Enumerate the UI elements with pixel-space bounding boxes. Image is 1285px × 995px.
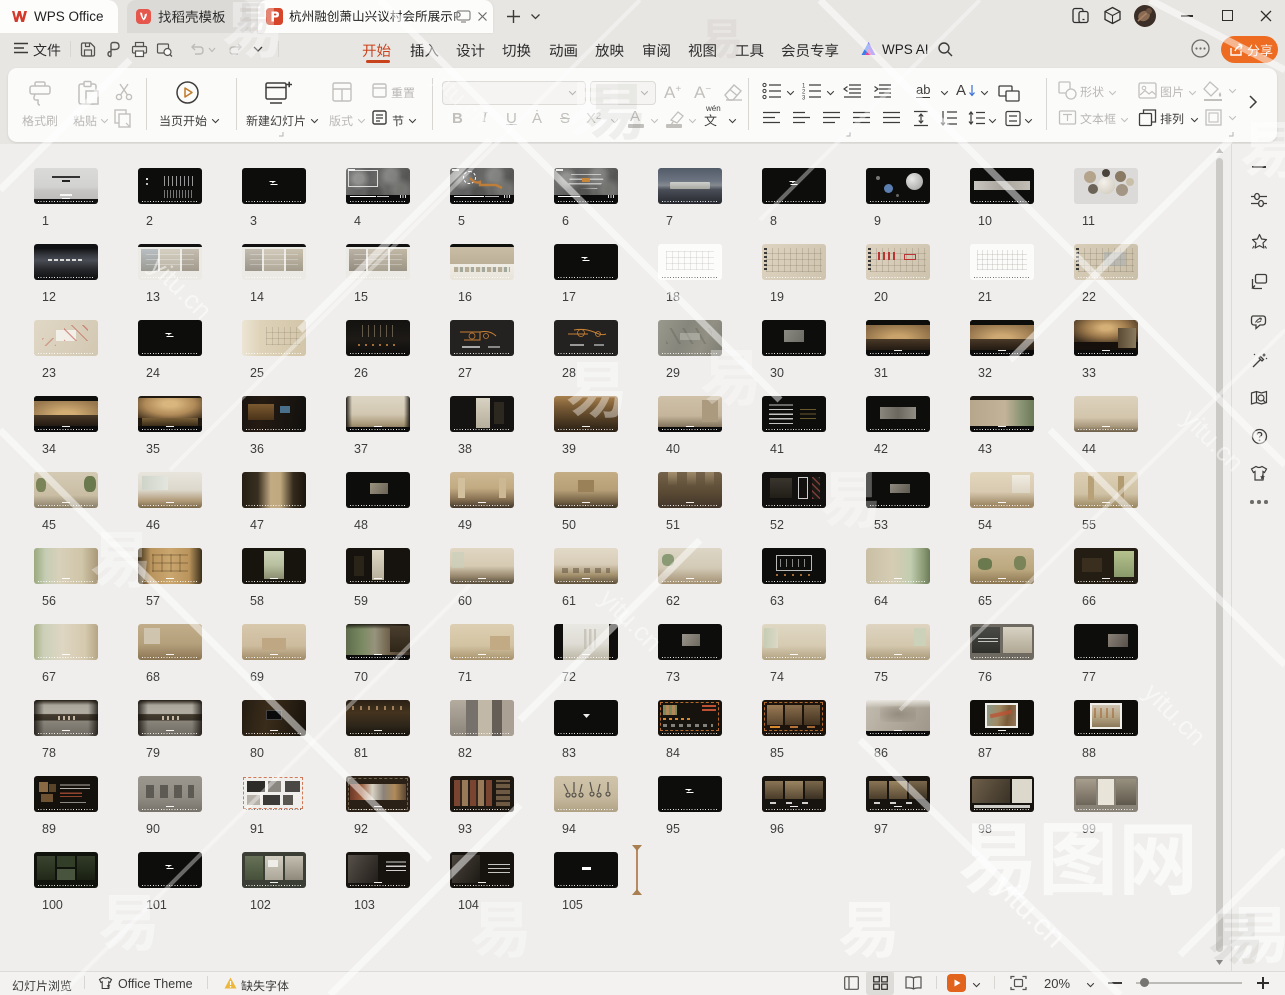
svg-text:3: 3 (802, 96, 806, 101)
